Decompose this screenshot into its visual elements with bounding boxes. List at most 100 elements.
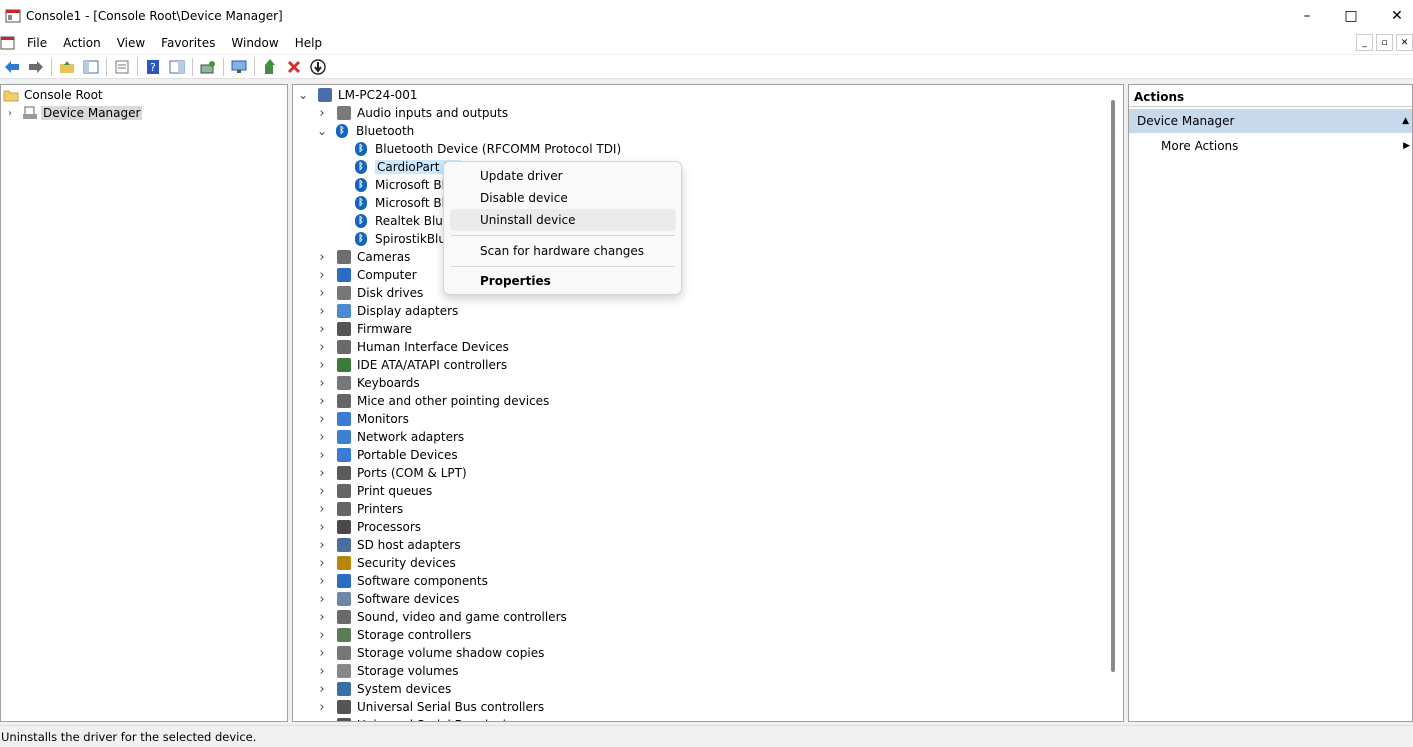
monitor-icon[interactable] <box>229 57 249 77</box>
chevron-right-icon[interactable]: › <box>316 664 328 679</box>
chevron-right-icon[interactable]: › <box>316 106 328 121</box>
tree-item-category[interactable]: › Network adapters <box>316 428 464 446</box>
menu-favorites[interactable]: Favorites <box>153 36 223 50</box>
chevron-right-icon[interactable]: › <box>316 304 328 319</box>
close-button[interactable]: ✕ <box>1374 0 1413 32</box>
menu-window[interactable]: Window <box>223 36 286 50</box>
menu-help[interactable]: Help <box>287 36 330 50</box>
tree-item-category[interactable]: › Display adapters <box>316 302 458 320</box>
tree-item-category[interactable]: › Storage volume shadow copies <box>316 644 544 662</box>
tree-item-category[interactable]: › Sound, video and game controllers <box>316 608 566 626</box>
tree-item-category[interactable]: › Software devices <box>316 590 459 608</box>
action-more-actions[interactable]: More Actions ▶ <box>1129 135 1412 157</box>
tree-item-computer-root[interactable]: ⌄ LM-PC24-001 <box>297 86 418 104</box>
tree-item-category[interactable]: › Universal Serial Bus devices <box>316 716 526 722</box>
chevron-right-icon[interactable]: › <box>316 394 328 409</box>
chevron-right-icon[interactable]: › <box>316 250 328 265</box>
chevron-right-icon[interactable]: › <box>316 628 328 643</box>
tree-item-category[interactable]: › Keyboards <box>316 374 419 392</box>
chevron-right-icon[interactable]: › <box>316 358 328 373</box>
tree-item-category[interactable]: › Storage volumes <box>316 662 458 680</box>
console-doc-icon[interactable] <box>0 35 16 51</box>
tree-item-console-root[interactable]: Console Root <box>3 86 103 104</box>
chevron-right-icon[interactable]: › <box>316 322 328 337</box>
menu-action[interactable]: Action <box>55 36 109 50</box>
chevron-right-icon[interactable]: › <box>316 520 328 535</box>
tree-item-category[interactable]: › Firmware <box>316 320 412 338</box>
show-hide-tree-icon[interactable] <box>81 57 101 77</box>
tree-item-device-manager[interactable]: › Device Manager <box>4 104 143 122</box>
chevron-right-icon[interactable]: › <box>316 286 328 301</box>
chevron-right-icon[interactable]: › <box>316 682 328 697</box>
chevron-right-icon[interactable]: › <box>316 538 328 553</box>
tree-item-category[interactable]: › System devices <box>316 680 451 698</box>
mmc-app-icon[interactable] <box>5 8 21 24</box>
chevron-right-icon[interactable]: › <box>316 376 328 391</box>
chevron-right-icon[interactable]: › <box>316 412 328 427</box>
chevron-down-icon[interactable]: ⌄ <box>297 88 309 102</box>
tree-item-category[interactable]: › Security devices <box>316 554 455 572</box>
tree-item-category[interactable]: › IDE ATA/ATAPI controllers <box>316 356 507 374</box>
chevron-right-icon[interactable]: › <box>316 340 328 355</box>
chevron-right-icon[interactable]: › <box>316 466 328 481</box>
chevron-down-icon[interactable]: ⌄ <box>316 124 328 138</box>
forward-icon[interactable] <box>26 57 46 77</box>
menu-item-disable-device[interactable]: Disable device <box>450 187 676 209</box>
chevron-right-icon[interactable]: › <box>316 610 328 625</box>
chevron-right-icon[interactable]: › <box>316 448 328 463</box>
maximize-button[interactable]: □ <box>1328 0 1374 32</box>
show-action-pane-icon[interactable] <box>167 57 187 77</box>
tree-item-category[interactable]: › Printers <box>316 500 403 518</box>
tree-item-audio-inputs[interactable]: › Audio inputs and outputs <box>316 104 508 122</box>
back-icon[interactable] <box>2 57 22 77</box>
mdi-minimize-button[interactable]: _ <box>1356 34 1373 51</box>
chevron-right-icon[interactable]: › <box>316 646 328 661</box>
tree-item-category[interactable]: › Ports (COM & LPT) <box>316 464 466 482</box>
tree-item-category[interactable]: › Software components <box>316 572 487 590</box>
tree-item-bluetooth-device[interactable]: ᛒ Bluetooth Device (RFCOMM Protocol TDI) <box>355 140 621 158</box>
chevron-right-icon[interactable]: › <box>316 718 328 722</box>
chevron-right-icon[interactable]: › <box>316 268 328 283</box>
actions-section-device-manager[interactable]: Device Manager ▲ <box>1129 109 1412 133</box>
tree-item-category[interactable]: › SD host adapters <box>316 536 460 554</box>
tree-item-bluetooth-device[interactable]: ᛒ SpirostikBlue <box>355 230 453 248</box>
menu-item-uninstall-device[interactable]: Uninstall device <box>450 209 676 231</box>
tree-item-category[interactable]: › Monitors <box>316 410 408 428</box>
chevron-right-icon[interactable]: › <box>316 502 328 517</box>
tree-item-category[interactable]: › Human Interface Devices <box>316 338 509 356</box>
chevron-right-icon[interactable]: › <box>4 107 16 119</box>
uninstall-device-icon[interactable] <box>284 57 304 77</box>
tree-item-category[interactable]: › Processors <box>316 518 421 536</box>
chevron-right-icon[interactable]: › <box>316 574 328 589</box>
collapse-up-icon[interactable]: ▲ <box>1402 116 1409 126</box>
menu-view[interactable]: View <box>109 36 153 50</box>
disable-device-icon[interactable] <box>308 57 328 77</box>
scan-hardware-icon[interactable] <box>198 57 218 77</box>
tree-item-category[interactable]: › Mice and other pointing devices <box>316 392 549 410</box>
menu-file[interactable]: File <box>19 36 55 50</box>
mdi-close-button[interactable]: ✕ <box>1396 34 1413 51</box>
tree-item-category[interactable]: › Portable Devices <box>316 446 457 464</box>
tree-item-bluetooth-device[interactable]: ᛒ Microsoft Blu <box>355 194 453 212</box>
chevron-right-icon[interactable]: › <box>316 484 328 499</box>
menu-item-update-driver[interactable]: Update driver <box>450 165 676 187</box>
tree-item-bluetooth-device[interactable]: ᛒ Realtek Bluet <box>355 212 455 230</box>
tree-item-category[interactable]: › Computer <box>316 266 416 284</box>
vertical-scrollbar[interactable] <box>1111 100 1115 672</box>
chevron-right-icon[interactable]: › <box>316 556 328 571</box>
tree-item-category[interactable]: › Print queues <box>316 482 432 500</box>
tree-item-category[interactable]: › Universal Serial Bus controllers <box>316 698 544 716</box>
update-driver-icon[interactable] <box>260 57 280 77</box>
tree-item-category[interactable]: › Cameras <box>316 248 410 266</box>
mdi-restore-button[interactable]: ▫ <box>1376 34 1393 51</box>
export-list-icon[interactable] <box>112 57 132 77</box>
chevron-right-icon[interactable]: › <box>316 700 328 715</box>
menu-item-scan-hardware[interactable]: Scan for hardware changes <box>450 240 676 262</box>
minimize-button[interactable]: – <box>1284 0 1330 32</box>
chevron-right-icon[interactable]: › <box>316 592 328 607</box>
up-folder-icon[interactable] <box>57 57 77 77</box>
tree-item-category[interactable]: › Storage controllers <box>316 626 471 644</box>
help-icon[interactable]: ? <box>143 57 163 77</box>
tree-item-bluetooth[interactable]: ⌄ ᛒ Bluetooth <box>316 122 414 140</box>
menu-item-properties[interactable]: Properties <box>450 270 676 292</box>
